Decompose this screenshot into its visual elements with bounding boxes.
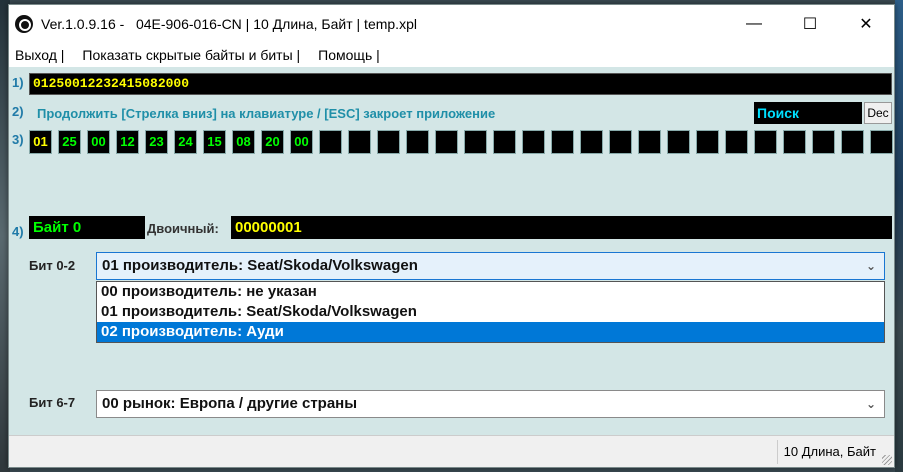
byte-cell[interactable]: 23 [145,130,168,154]
title-bar: Ver.1.0.9.16 - 04E-906-016-CN | 10 Длина… [9,5,894,43]
window-title: Ver.1.0.9.16 - 04E-906-016-CN | 10 Длина… [41,16,417,32]
byte-cell[interactable] [406,130,429,154]
menu-exit[interactable]: Выход | [15,47,64,63]
byte-cell[interactable] [435,130,458,154]
byte-cell[interactable]: 24 [174,130,197,154]
byte-cell[interactable]: 00 [290,130,313,154]
instruction-hint: Продолжить [Стрелка вниз] на клавиатуре … [37,106,496,121]
menu-help[interactable]: Помощь | [318,47,380,63]
row-number-2: 2) [12,104,24,119]
chevron-down-icon: ⌄ [865,397,876,411]
search-field[interactable]: Поиск [754,102,862,124]
binary-value-field[interactable]: 00000001 [231,216,892,239]
byte-cell[interactable] [551,130,574,154]
window-controls: — ☐ ✕ [726,5,894,43]
dropdown-option[interactable]: 01 производитель: Seat/Skoda/Volkswagen [97,302,884,322]
desktop-background-right [895,0,903,472]
row-number-4: 4) [12,224,24,239]
row-number-1: 1) [12,75,24,90]
byte-cell[interactable] [812,130,835,154]
bit67-selected-value: 00 рынок: Европа / другие страны [102,395,358,412]
byte-label: Байт 0 [29,216,145,239]
byte-cell[interactable] [667,130,690,154]
byte-cell[interactable]: 08 [232,130,255,154]
status-text: 10 Длина, Байт [776,440,876,464]
app-window: Ver.1.0.9.16 - 04E-906-016-CN | 10 Длина… [8,4,895,468]
byte-cell[interactable] [609,130,632,154]
row-number-3: 3) [12,132,24,147]
byte-cell[interactable]: 12 [116,130,139,154]
menu-bar: Выход | Показать скрытые байты и биты | … [9,43,894,67]
byte-cell[interactable] [493,130,516,154]
byte-cell[interactable] [377,130,400,154]
byte-cell[interactable]: 00 [87,130,110,154]
chevron-down-icon: ⌄ [865,259,876,273]
byte-cell[interactable]: 20 [261,130,284,154]
app-logo-icon [15,15,33,33]
byte-cell[interactable]: 15 [203,130,226,154]
bit02-label: Бит 0-2 [29,258,76,273]
minimize-button[interactable]: — [726,5,782,43]
byte-cell[interactable] [870,130,893,154]
maximize-button[interactable]: ☐ [782,5,838,43]
dropdown-option-highlighted[interactable]: 02 производитель: Ауди [97,322,884,342]
byte-cell[interactable] [841,130,864,154]
dec-button[interactable]: Dec [864,102,892,124]
bit02-dropdown[interactable]: 01 производитель: Seat/Skoda/Volkswagen … [96,252,885,280]
dropdown-option[interactable]: 00 производитель: не указан [97,282,884,302]
byte-cell[interactable] [696,130,719,154]
hex-string-field[interactable]: 01250012232415082000 [29,73,892,95]
byte-cell[interactable]: 01 [29,130,52,154]
byte-cell[interactable] [319,130,342,154]
bit67-label: Бит 6-7 [29,395,76,410]
resize-grip-icon[interactable] [882,455,892,465]
byte-cell[interactable] [464,130,487,154]
bit02-dropdown-list: 00 производитель: не указан 01 производи… [96,281,885,343]
byte-cell[interactable] [348,130,371,154]
binary-label: Двоичный: [147,221,219,236]
byte-cell[interactable] [522,130,545,154]
byte-cell[interactable] [725,130,748,154]
bit67-dropdown[interactable]: 00 рынок: Европа / другие страны ⌄ [96,390,885,418]
byte-cell[interactable] [783,130,806,154]
bit02-selected-value: 01 производитель: Seat/Skoda/Volkswagen [102,257,418,274]
status-bar: 10 Длина, Байт [9,435,894,467]
byte-cell[interactable] [580,130,603,154]
menu-show-hidden[interactable]: Показать скрытые байты и биты | [82,47,300,63]
close-button[interactable]: ✕ [838,5,894,43]
byte-cell[interactable] [754,130,777,154]
byte-cell[interactable]: 25 [58,130,81,154]
byte-cell[interactable] [638,130,661,154]
